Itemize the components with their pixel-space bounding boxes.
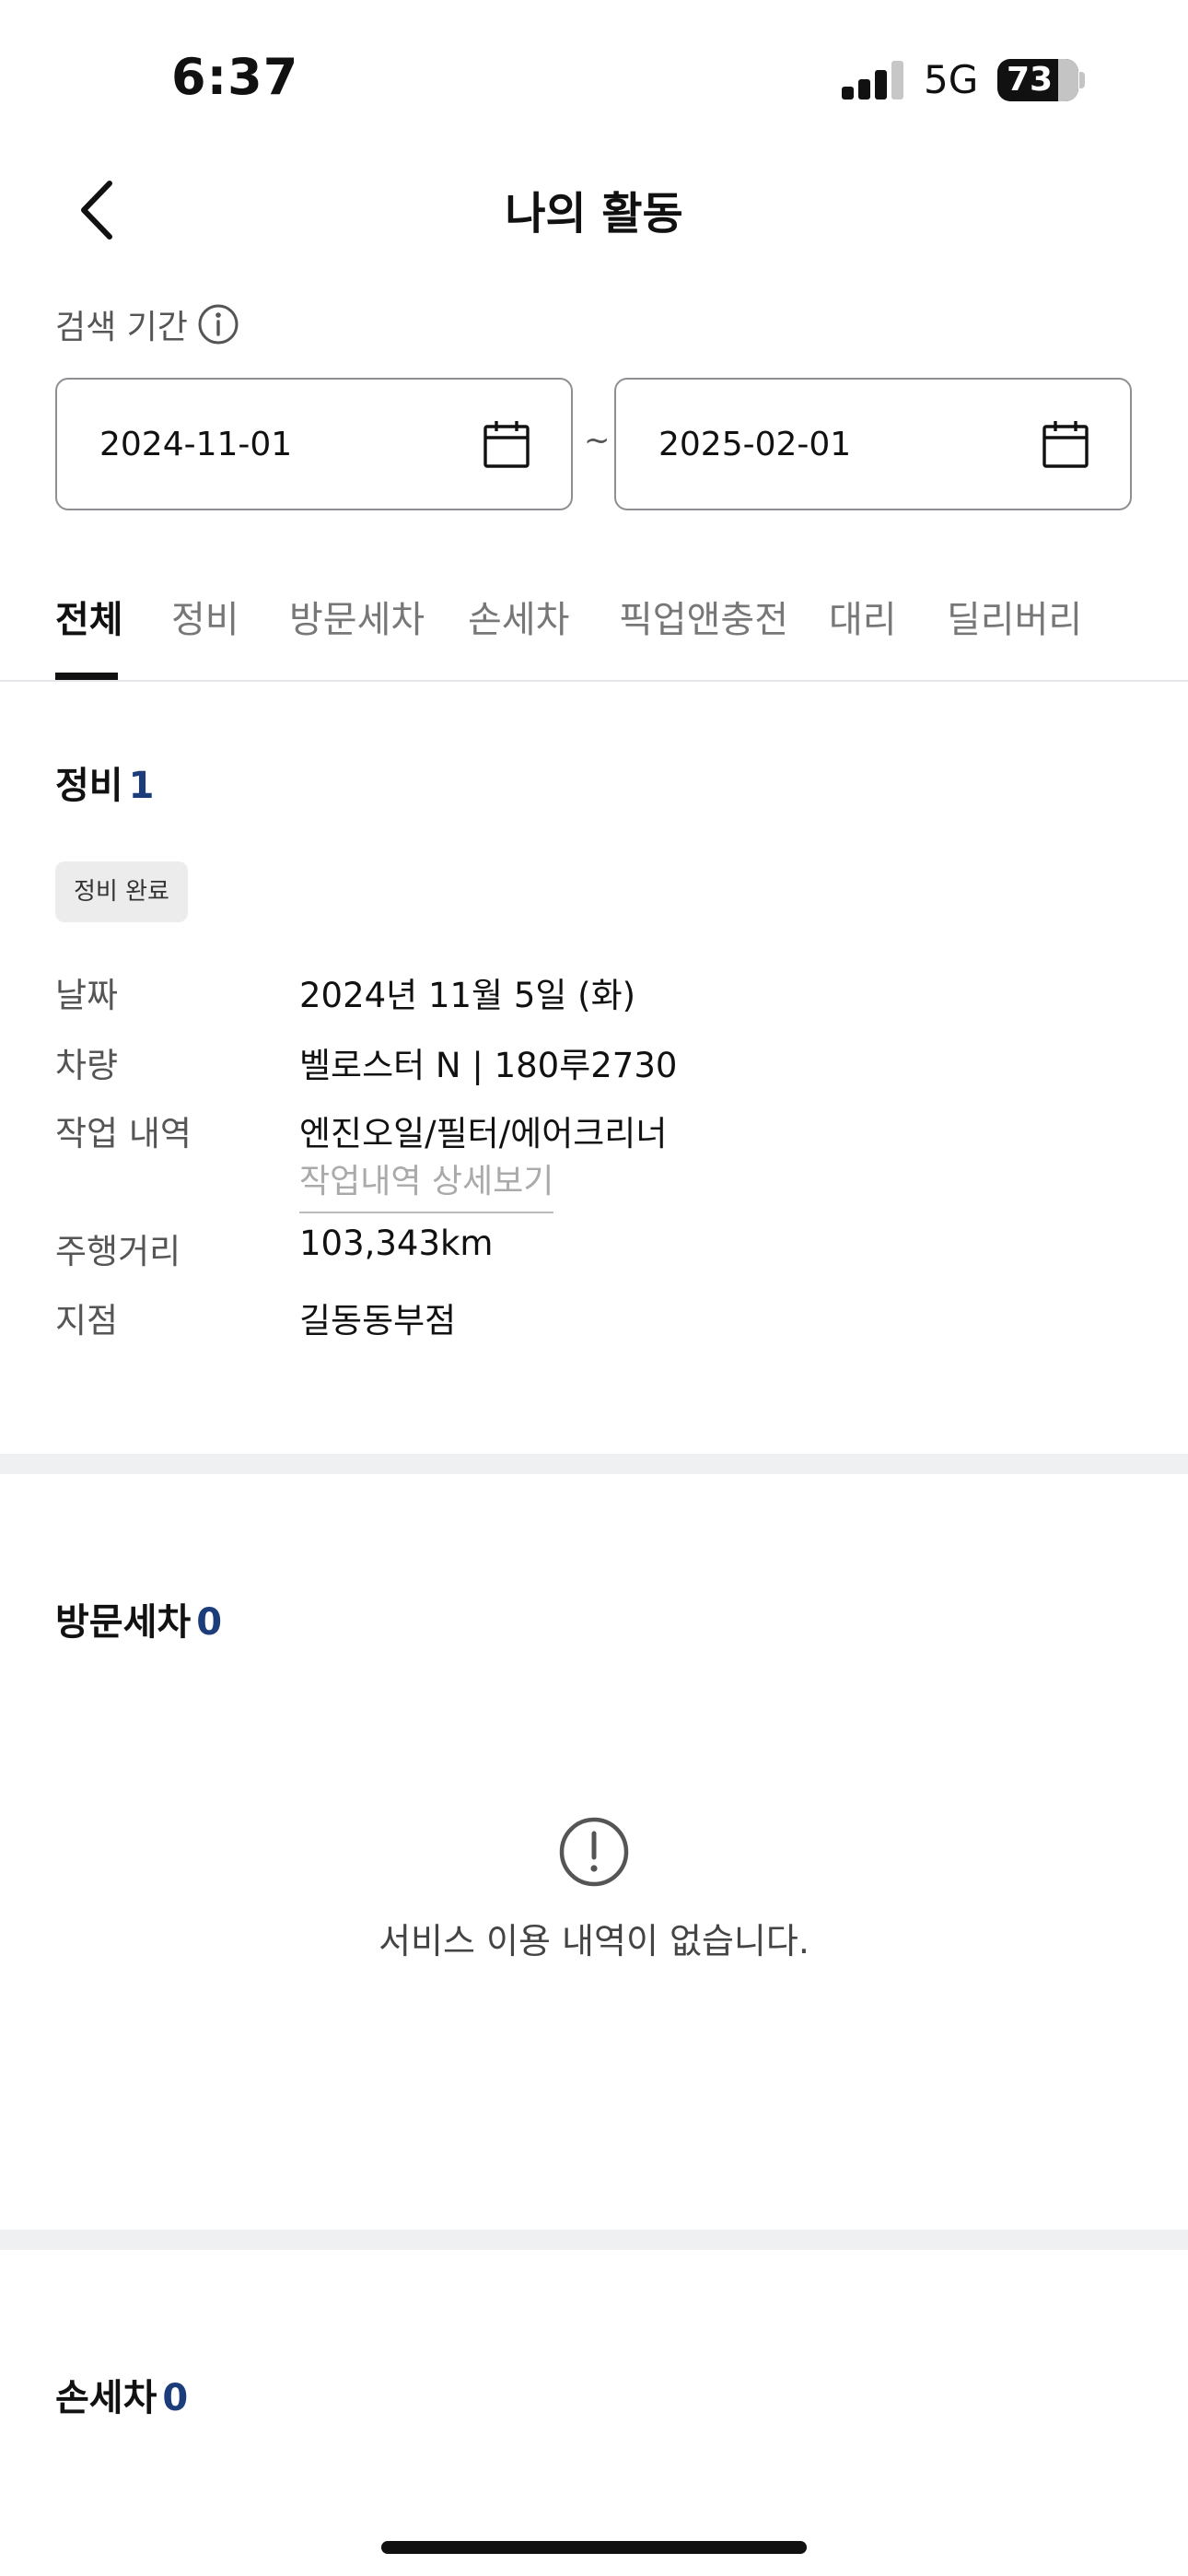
tab-visit-wash[interactable]: 방문세차 xyxy=(289,590,425,680)
hand-wash-section-title: 손세차 0 xyxy=(55,2368,188,2421)
info-value: 103,343km xyxy=(299,1224,494,1263)
maintenance-title: 정비 xyxy=(55,765,123,807)
home-indicator[interactable] xyxy=(381,2541,807,2554)
maintenance-count: 1 xyxy=(128,765,155,807)
info-key: 차량 xyxy=(55,1046,119,1085)
start-date-field[interactable]: 2024-11-01 xyxy=(55,378,573,510)
end-date-field[interactable]: 2025-02-01 xyxy=(614,378,1132,510)
hand-wash-count: 0 xyxy=(162,2377,189,2419)
maintenance-section-title: 정비 1 xyxy=(55,755,154,809)
tab-pickup-charge[interactable]: 픽업앤충전 xyxy=(619,590,788,680)
exclamation-icon xyxy=(559,1817,629,1887)
info-key: 작업 내역 xyxy=(55,1114,192,1153)
battery-percent: 73 xyxy=(1006,61,1054,99)
calendar-icon xyxy=(483,421,530,468)
info-key: 지점 xyxy=(55,1301,119,1341)
tab-maintenance[interactable]: 정비 xyxy=(171,590,239,680)
visit-wash-section-title: 방문세차 0 xyxy=(55,1592,222,1645)
date-separator: ~ xyxy=(584,422,611,459)
info-key: 날짜 xyxy=(55,976,119,1015)
visit-wash-title: 방문세차 xyxy=(55,1601,192,1644)
section-divider xyxy=(0,1454,1188,1474)
search-period-label: 검색 기간 xyxy=(55,300,239,348)
hand-wash-title: 손세차 xyxy=(55,2377,157,2419)
info-icon[interactable] xyxy=(197,303,239,345)
category-tabs: 전체 정비 방문세차 손세차 픽업앤충전 대리 딜리버리 xyxy=(0,571,1188,682)
status-time: 6:37 xyxy=(171,48,299,106)
info-value: 길동동부점 xyxy=(299,1301,457,1341)
info-value: 2024년 11월 5일 (화) xyxy=(299,976,636,1015)
battery-cap xyxy=(1079,72,1085,88)
nav-header: 나의 활동 xyxy=(0,147,1188,267)
tab-hand-wash[interactable]: 손세차 xyxy=(468,590,569,680)
search-period-text: 검색 기간 xyxy=(55,309,188,346)
status-bar: 6:37 5G 73 xyxy=(0,0,1188,147)
status-badge: 정비 완료 xyxy=(55,861,188,922)
network-type: 5G xyxy=(924,57,979,102)
tab-all[interactable]: 전체 xyxy=(55,590,123,680)
battery-icon: 73 xyxy=(997,59,1078,101)
info-key: 주행거리 xyxy=(55,1232,181,1271)
section-divider xyxy=(0,2230,1188,2250)
work-detail-link[interactable]: 작업내역 상세보기 xyxy=(299,1154,554,1213)
end-date-value: 2025-02-01 xyxy=(658,425,852,463)
start-date-value: 2024-11-01 xyxy=(99,425,293,463)
tab-driver[interactable]: 대리 xyxy=(829,590,897,680)
page-title: 나의 활동 xyxy=(505,188,683,240)
tab-delivery[interactable]: 딜리버리 xyxy=(947,590,1082,680)
active-tab-indicator xyxy=(55,673,118,680)
cellular-signal-icon xyxy=(842,61,904,100)
empty-state-message: 서비스 이용 내역이 없습니다. xyxy=(379,1921,809,1961)
info-value: 벨로스터 N | 180루2730 xyxy=(299,1046,678,1085)
visit-wash-count: 0 xyxy=(196,1601,223,1644)
calendar-icon xyxy=(1042,421,1089,468)
info-value: 엔진오일/필터/에어크리너 xyxy=(299,1114,668,1153)
